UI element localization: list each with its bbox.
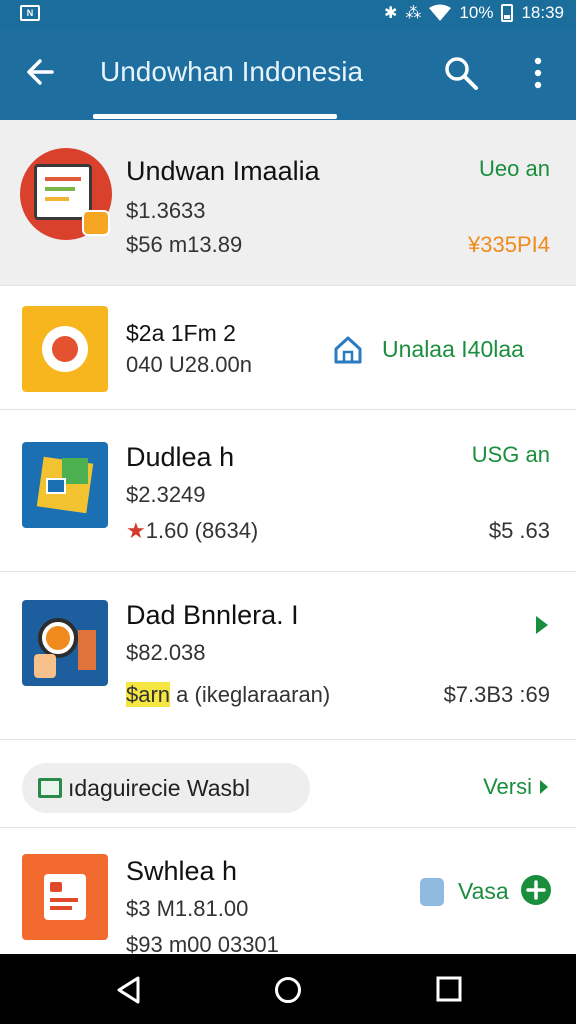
item-name: Swhlea h	[126, 856, 238, 886]
app-bar: Undowhan Indonesia	[0, 28, 576, 120]
status-icons: ✱ ⁂ 10% 18:39	[384, 3, 564, 23]
item-detail: $arn a (ikeglaraaran)	[126, 682, 330, 708]
item-right-price: ¥335PI4	[468, 232, 550, 257]
item-action[interactable]: Vasa	[458, 878, 509, 905]
detail-text: a (ikeglaraaran)	[170, 682, 331, 707]
play-arrow-icon[interactable]	[534, 614, 550, 636]
vibrate-icon: ⁂	[405, 5, 422, 22]
notification-icon: N	[20, 5, 40, 21]
status-bar: N ✱ ⁂ 10% 18:39	[0, 0, 576, 28]
item-price: $82.038	[126, 640, 206, 665]
rating-text: 1.60 (8634)	[145, 518, 259, 543]
wifi-icon	[429, 4, 452, 21]
versi-link[interactable]: Versi	[483, 774, 550, 800]
star-icon: ★	[126, 518, 146, 543]
chip-label: ıdaguirecie Wasbl	[68, 775, 250, 801]
item-action[interactable]: Unalaa I40laa	[382, 336, 524, 363]
list-item[interactable]: $2a 1Fm 2 040 U28.00n Unalaa I40laa	[0, 286, 576, 410]
item-right-price: $7.3B3 :69	[443, 682, 550, 707]
battery-percent: 10%	[459, 3, 494, 22]
clock: 18:39	[521, 3, 564, 22]
bluetooth-icon: ✱	[384, 5, 398, 22]
item-right-price: $5 .63	[488, 518, 550, 543]
app-icon-cube	[22, 442, 108, 528]
item-rating: ★1.60 (8634)	[126, 518, 258, 544]
list-item[interactable]: Undwan Imaalia $1.3633 $56 m13.89 Ueo an…	[0, 120, 576, 286]
list-item[interactable]: Dudlea h $2.3249 ★1.60 (8634) USG an $5 …	[0, 410, 576, 572]
item-name: $2a 1Fm 2	[126, 320, 236, 346]
item-price: $3 M1.81.00	[126, 896, 249, 921]
item-detail: 040 U28.00n	[126, 352, 252, 377]
item-name: Undwan Imaalia	[126, 156, 320, 186]
chevron-right-icon	[540, 780, 548, 794]
nav-recents-icon[interactable]	[436, 976, 462, 1002]
bag-icon	[420, 878, 444, 906]
search-icon[interactable]	[442, 54, 480, 92]
add-circle-icon[interactable]	[520, 874, 552, 906]
tab-indicator	[93, 114, 337, 119]
home-icon	[334, 336, 362, 364]
app-icon-document	[22, 854, 108, 940]
page-title: Undowhan Indonesia	[100, 56, 364, 87]
battery-icon	[501, 4, 514, 22]
filter-chip[interactable]: ıdaguirecie Wasbl	[22, 763, 310, 813]
nav-home-icon[interactable]	[274, 976, 302, 1004]
item-status[interactable]: USG an	[472, 442, 550, 468]
item-name: Dudlea h	[126, 442, 235, 472]
highlight-tag: $arn	[126, 682, 171, 707]
item-name: Dad Bnnlera. I	[126, 600, 299, 630]
more-options-icon[interactable]	[528, 56, 548, 90]
item-status[interactable]: Ueo an	[479, 156, 550, 182]
nav-back-icon[interactable]	[116, 976, 142, 1004]
item-price: $1.3633	[126, 198, 206, 223]
app-icon-search	[22, 600, 108, 686]
app-icon-education	[20, 148, 112, 240]
app-icon-chat	[22, 306, 108, 392]
back-arrow-icon[interactable]	[22, 54, 58, 90]
list-item[interactable]: Swhlea h $3 M1.81.00 $93 m00 03301 Vasa	[0, 828, 576, 957]
item-detail: $56 m13.89	[126, 232, 243, 257]
versi-label: Versi	[483, 774, 532, 799]
list-item[interactable]: Dad Bnnlera. I $82.038 $arn a (ikeglaraa…	[0, 572, 576, 740]
system-nav-bar	[0, 954, 576, 1024]
tablet-icon	[38, 778, 62, 798]
item-price: $2.3249	[126, 482, 206, 507]
